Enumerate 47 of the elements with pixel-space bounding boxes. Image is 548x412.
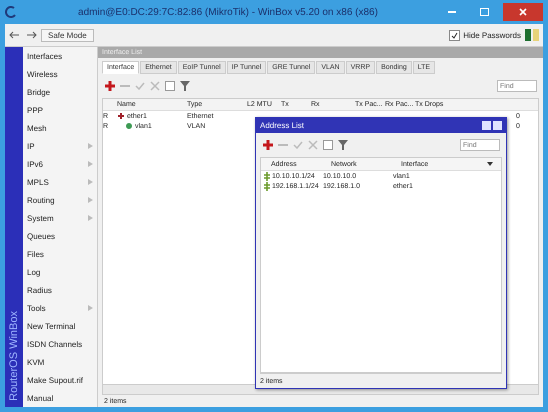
sidebar-item[interactable]: Make Supout.rif [23, 371, 97, 389]
sidebar-item[interactable]: MPLS [23, 173, 97, 191]
comment-icon[interactable] [322, 139, 334, 151]
sidebar-item[interactable]: Wireless [23, 65, 97, 83]
filter-icon[interactable] [337, 139, 349, 151]
enable-icon[interactable] [292, 139, 304, 151]
safe-mode-button[interactable]: Safe Mode [41, 28, 94, 42]
sidebar-item[interactable]: Manual [23, 389, 97, 407]
enable-icon[interactable] [134, 80, 146, 92]
maximize-icon [480, 8, 488, 16]
brand-label: RouterOS WinBox [8, 311, 20, 401]
sidebar-item[interactable]: ISDN Channels [23, 335, 97, 353]
sidebar-item[interactable]: Radius [23, 281, 97, 299]
window-title: Address List [260, 121, 304, 130]
disable-icon[interactable] [307, 139, 319, 151]
sidebar-item[interactable]: IP [23, 137, 97, 155]
vlan-icon [125, 122, 133, 130]
status-indicator-icon [525, 29, 539, 41]
close-icon [519, 8, 527, 16]
disable-icon[interactable] [149, 80, 161, 92]
add-icon[interactable] [104, 80, 116, 92]
sidebar-item[interactable]: Routing [23, 191, 97, 209]
hide-passwords-label: Hide Passwords [463, 30, 521, 40]
ethernet-icon [117, 112, 125, 120]
sidebar-item[interactable]: System [23, 209, 97, 227]
sidebar-item[interactable]: IPv6 [23, 155, 97, 173]
sidebar-item[interactable]: Tools [23, 299, 97, 317]
undo-icon[interactable] [9, 30, 21, 40]
minimize-icon [448, 11, 456, 13]
comment-icon[interactable] [164, 80, 176, 92]
dropdown-icon[interactable] [487, 162, 493, 166]
sidebar-item[interactable]: Queues [23, 227, 97, 245]
app-icon [5, 6, 17, 18]
redo-icon[interactable] [25, 30, 37, 40]
sidebar-item[interactable]: Interfaces [23, 47, 97, 65]
filter-icon[interactable] [179, 80, 191, 92]
sidebar-item[interactable]: Log [23, 263, 97, 281]
window-title: admin@E0:DC:29:7C:82:86 (MikroTik) - WinBox v5.20 on x86 (x86) [77, 6, 379, 18]
sidebar-item[interactable]: Files [23, 245, 97, 263]
sidebar-item[interactable]: KVM [23, 353, 97, 371]
sidebar-item[interactable]: New Terminal [23, 317, 97, 335]
close-button[interactable] [503, 3, 543, 21]
hide-passwords-checkbox[interactable] [449, 30, 460, 40]
sidebar-item[interactable]: Mesh [23, 119, 97, 137]
sidebar-item[interactable]: Bridge [23, 83, 97, 101]
add-icon[interactable] [262, 139, 274, 151]
sidebar-item[interactable]: PPP [23, 101, 97, 119]
